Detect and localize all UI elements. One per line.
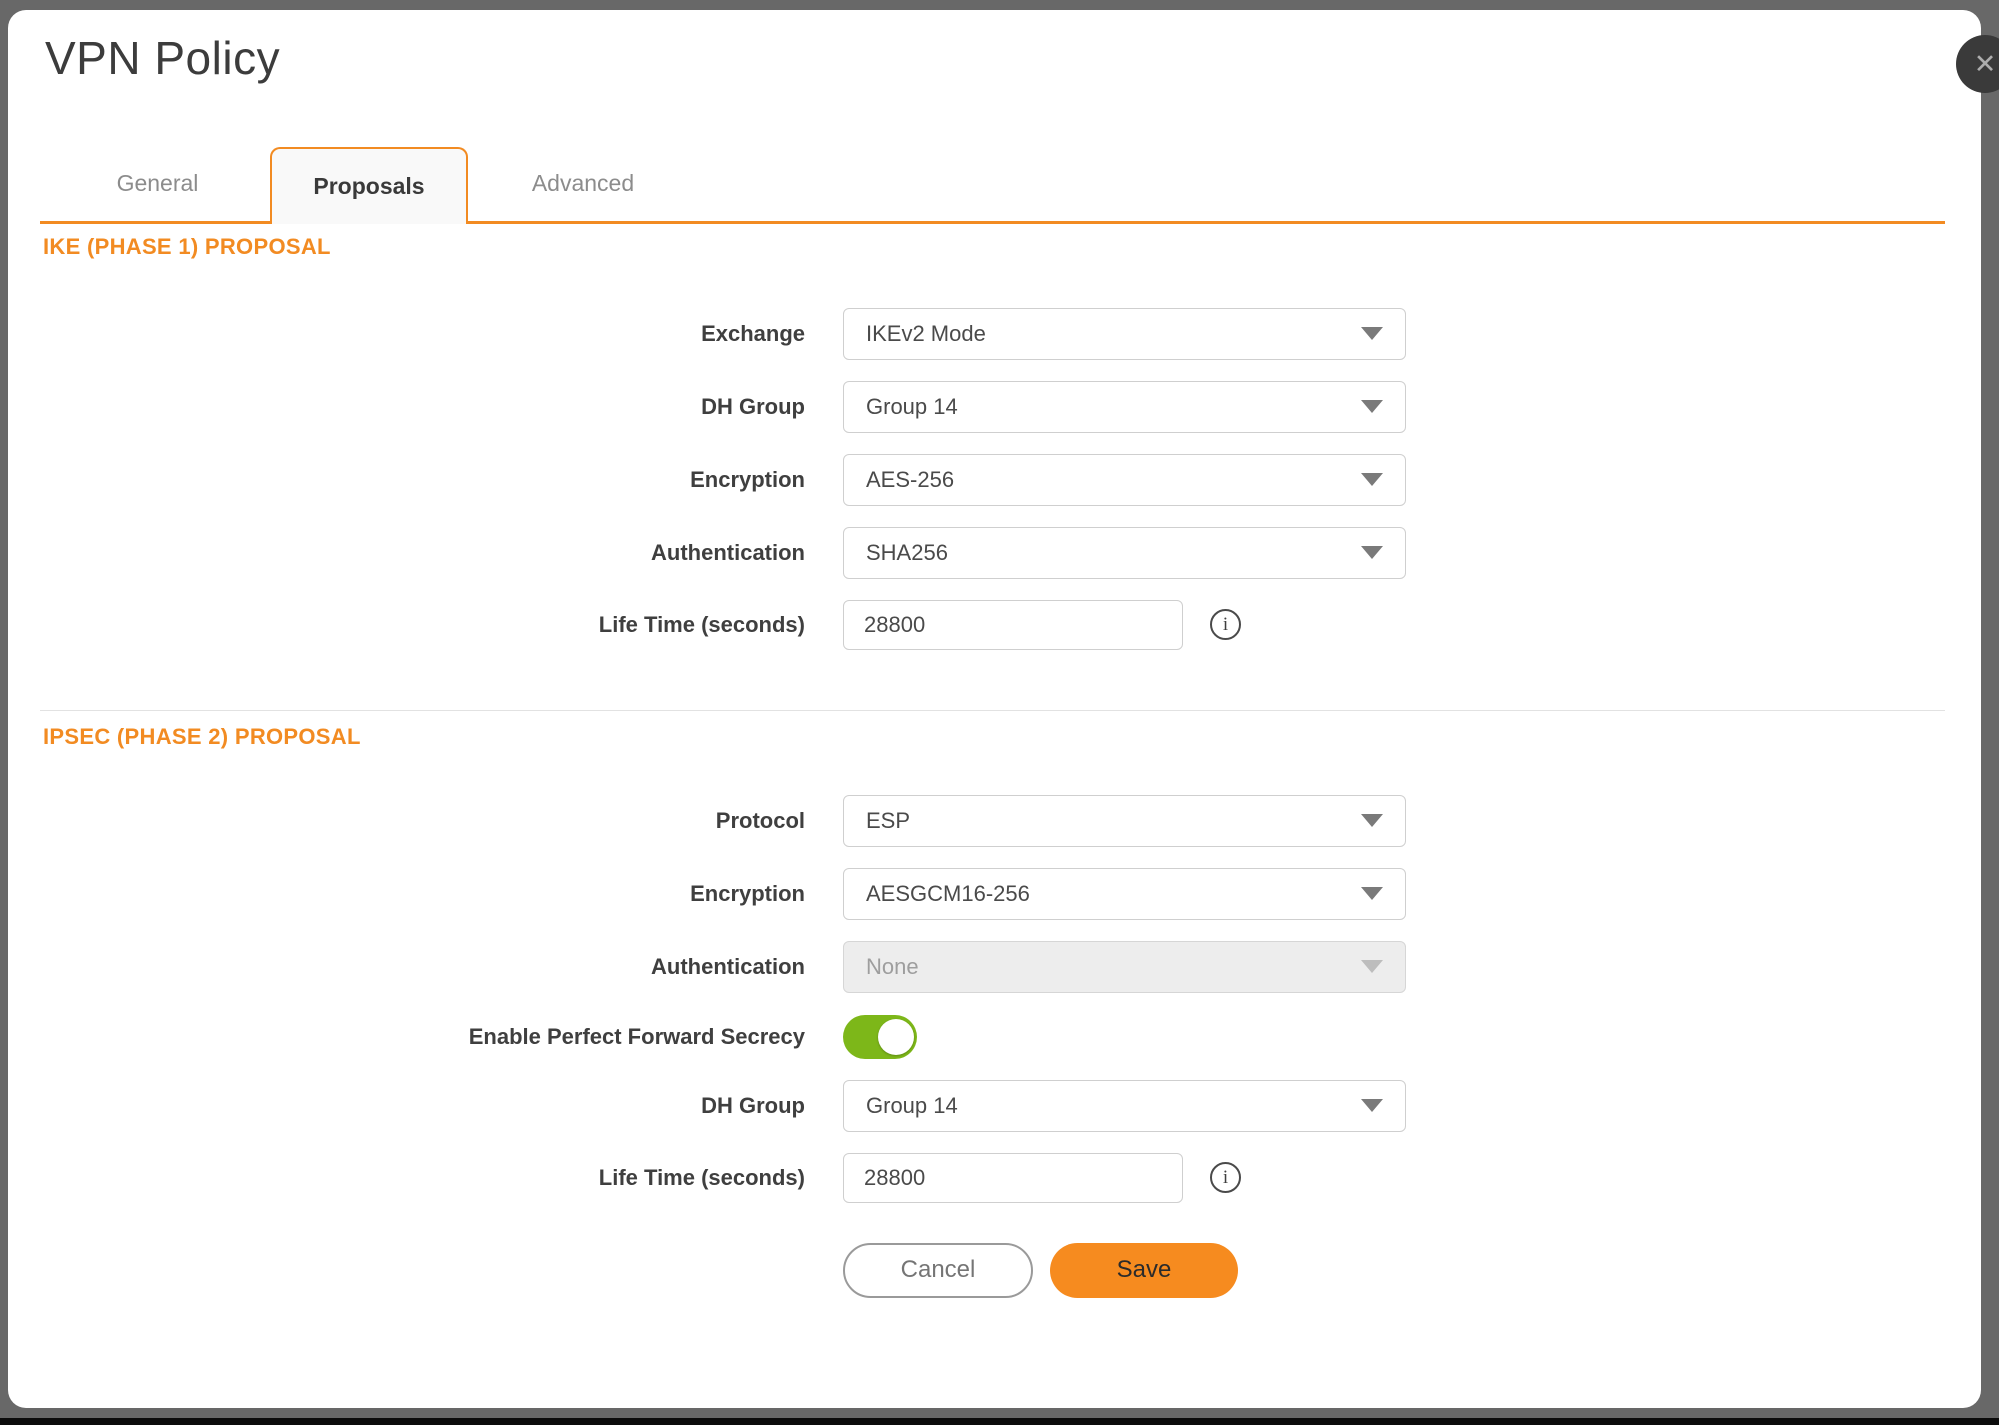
vpn-policy-dialog: VPN Policy General Proposals Advanced IK… bbox=[8, 10, 1981, 1408]
p1-lifetime-input[interactable] bbox=[843, 600, 1183, 650]
p1-dh-group-label: DH Group bbox=[45, 394, 805, 420]
p2-authentication-select-value: None bbox=[866, 954, 919, 980]
p2-lifetime-row: Life Time (seconds) i bbox=[45, 1153, 1981, 1203]
pfs-row: Enable Perfect Forward Secrecy bbox=[45, 1015, 1981, 1059]
p2-dh-group-select[interactable]: Group 14 bbox=[843, 1080, 1406, 1132]
p1-dh-group-select-value: Group 14 bbox=[866, 394, 958, 420]
p2-encryption-row: Encryption AESGCM16-256 bbox=[45, 868, 1981, 920]
p2-encryption-select[interactable]: AESGCM16-256 bbox=[843, 868, 1406, 920]
protocol-row: Protocol ESP bbox=[45, 795, 1981, 847]
p1-encryption-label: Encryption bbox=[45, 467, 805, 493]
p2-authentication-row: Authentication None bbox=[45, 941, 1981, 993]
chevron-down-icon bbox=[1361, 814, 1383, 827]
info-icon[interactable]: i bbox=[1210, 609, 1241, 640]
p2-dh-group-select-value: Group 14 bbox=[866, 1093, 958, 1119]
p1-lifetime-label: Life Time (seconds) bbox=[45, 612, 805, 638]
tab-bar: General Proposals Advanced bbox=[40, 147, 1945, 224]
phase2-section-heading: IPSEC (PHASE 2) PROPOSAL bbox=[43, 722, 1981, 752]
tab-advanced[interactable]: Advanced bbox=[468, 147, 698, 221]
chevron-down-icon bbox=[1361, 546, 1383, 559]
p1-encryption-row: Encryption AES-256 bbox=[45, 454, 1981, 506]
chevron-down-icon bbox=[1361, 960, 1383, 973]
p1-authentication-select[interactable]: SHA256 bbox=[843, 527, 1406, 579]
p1-lifetime-row: Life Time (seconds) i bbox=[45, 600, 1981, 650]
dialog-footer: Cancel Save bbox=[843, 1243, 1981, 1298]
exchange-label: Exchange bbox=[45, 321, 805, 347]
chevron-down-icon bbox=[1361, 327, 1383, 340]
info-icon[interactable]: i bbox=[1210, 1162, 1241, 1193]
cancel-button[interactable]: Cancel bbox=[843, 1243, 1033, 1298]
p1-authentication-label: Authentication bbox=[45, 540, 805, 566]
p2-encryption-label: Encryption bbox=[45, 881, 805, 907]
p1-encryption-select-value: AES-256 bbox=[866, 467, 954, 493]
exchange-select[interactable]: IKEv2 Mode bbox=[843, 308, 1406, 360]
protocol-label: Protocol bbox=[45, 808, 805, 834]
phase1-section-heading: IKE (PHASE 1) PROPOSAL bbox=[43, 232, 1981, 262]
page-title: VPN Policy bbox=[45, 32, 1981, 86]
p1-dh-group-select[interactable]: Group 14 bbox=[843, 381, 1406, 433]
p2-dh-group-label: DH Group bbox=[45, 1093, 805, 1119]
p1-authentication-select-value: SHA256 bbox=[866, 540, 948, 566]
p2-encryption-select-value: AESGCM16-256 bbox=[866, 881, 1030, 907]
chevron-down-icon bbox=[1361, 473, 1383, 486]
protocol-select-value: ESP bbox=[866, 808, 910, 834]
p2-lifetime-label: Life Time (seconds) bbox=[45, 1165, 805, 1191]
tab-proposals[interactable]: Proposals bbox=[270, 147, 468, 224]
section-divider bbox=[40, 710, 1945, 711]
p2-dh-group-row: DH Group Group 14 bbox=[45, 1080, 1981, 1132]
p1-authentication-row: Authentication SHA256 bbox=[45, 527, 1981, 579]
pfs-toggle[interactable] bbox=[843, 1015, 917, 1059]
p2-authentication-select-disabled: None bbox=[843, 941, 1406, 993]
p1-dh-group-row: DH Group Group 14 bbox=[45, 381, 1981, 433]
exchange-row: Exchange IKEv2 Mode bbox=[45, 308, 1981, 360]
pfs-label: Enable Perfect Forward Secrecy bbox=[45, 1015, 805, 1059]
protocol-select[interactable]: ESP bbox=[843, 795, 1406, 847]
chevron-down-icon bbox=[1361, 1099, 1383, 1112]
exchange-select-value: IKEv2 Mode bbox=[866, 321, 986, 347]
window-bottom-edge bbox=[0, 1418, 1999, 1425]
chevron-down-icon bbox=[1361, 400, 1383, 413]
p1-encryption-select[interactable]: AES-256 bbox=[843, 454, 1406, 506]
tab-general[interactable]: General bbox=[45, 147, 270, 221]
pfs-toggle-knob bbox=[878, 1019, 914, 1055]
save-button[interactable]: Save bbox=[1050, 1243, 1238, 1298]
close-icon: ✕ bbox=[1974, 51, 1997, 78]
p2-authentication-label: Authentication bbox=[45, 954, 805, 980]
p2-lifetime-input[interactable] bbox=[843, 1153, 1183, 1203]
chevron-down-icon bbox=[1361, 887, 1383, 900]
